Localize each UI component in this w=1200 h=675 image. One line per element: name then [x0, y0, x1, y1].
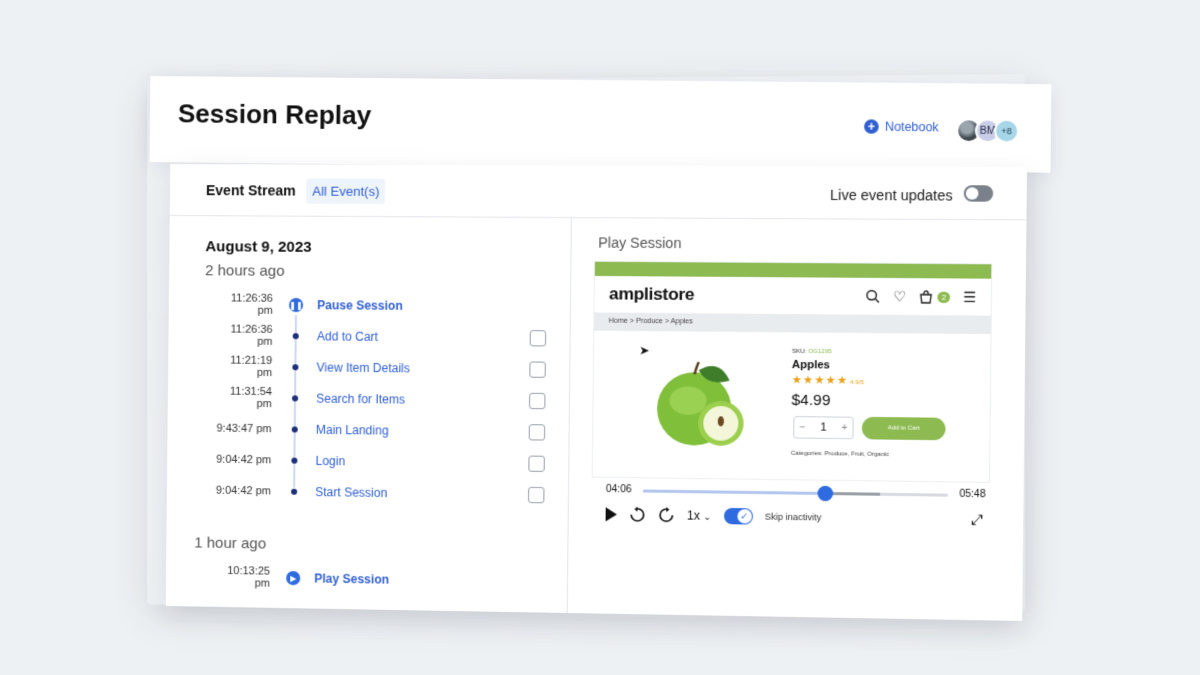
player-label: Play Session [598, 234, 682, 252]
cart-icon [919, 289, 934, 303]
timeline-dot-icon [291, 457, 298, 464]
event-name[interactable]: Login [315, 454, 345, 468]
store-navbar: amplistore ♡ 2 ☰ [594, 276, 991, 316]
event-name[interactable]: Start Session [315, 485, 387, 500]
event-row[interactable]: 11:26:36 pm ❚❚ Pause Session [169, 292, 571, 319]
timeline-dot-icon [292, 395, 299, 402]
event-time: 9:04:42 pm [215, 484, 272, 498]
event-row[interactable]: 11:31:54 pm Search for Items [168, 385, 570, 414]
event-checkbox[interactable] [528, 486, 545, 504]
event-stream-header: Event Stream All Event(s) Live event upd… [169, 163, 1028, 221]
event-row[interactable]: 11:21:19 pm View Item Details [168, 354, 570, 382]
notebook-button[interactable]: + Notebook [864, 119, 939, 134]
event-list: August 9, 2023 2 hours ago 11:26:36 pm ❚❚… [165, 215, 572, 614]
event-time: 11:21:19 pm [230, 354, 273, 380]
product-detail: ➤ SKU: OG1295 Apples ★★★★★ 4.9/5 $4.99 − … [593, 331, 991, 483]
page-header: Session Replay + Notebook BM +8 [149, 76, 1052, 173]
quantity-value: 1 [820, 421, 827, 434]
heart-icon: ♡ [892, 287, 907, 305]
add-to-cart-button[interactable]: Add to Cart [861, 416, 946, 441]
event-row[interactable]: 9:04:42 pm Start Session [167, 478, 569, 508]
event-checkbox[interactable] [528, 424, 546, 441]
event-name[interactable]: Play Session [314, 571, 389, 586]
sku-value: OG1295 [808, 348, 832, 356]
store-logo: amplistore [608, 284, 695, 305]
skip-inactivity-toggle[interactable] [723, 507, 753, 525]
event-row[interactable]: 9:43:47 pm Main Landing [167, 416, 569, 445]
fullscreen-icon[interactable]: ⤢ [971, 511, 983, 529]
event-date: August 9, 2023 [205, 238, 312, 256]
star-rating-icon: ★★★★★ 4.9/5 [791, 374, 865, 388]
plus-icon[interactable]: + [841, 422, 847, 433]
mouse-cursor-icon: ➤ [639, 343, 650, 358]
event-checkbox[interactable] [529, 330, 547, 347]
rating-value: 4.9/5 [850, 379, 865, 387]
timeline-dot-icon [292, 364, 299, 371]
cart-count-badge: 2 [937, 291, 951, 303]
event-stream-title: Event Stream [205, 182, 296, 199]
buffered-segment [824, 491, 881, 496]
time-ago-label: 1 hour ago [194, 534, 267, 553]
time-ago-label: 2 hours ago [205, 262, 285, 280]
sku-label: SKU: OG1295 [792, 349, 832, 355]
live-updates-label: Live event updates [829, 186, 953, 204]
event-name[interactable]: Add to Cart [317, 329, 378, 344]
timeline-dot-icon [291, 488, 298, 495]
pause-icon: ❚❚ [288, 297, 304, 313]
product-categories: Categories: Produce, Fruit, Organic [790, 450, 890, 459]
session-player: Play Session amplistore ♡ 2 ☰ Home > Pro… [568, 218, 1027, 621]
event-checkbox[interactable] [528, 455, 545, 472]
event-row[interactable]: 11:26:36 pm Add to Cart [168, 323, 570, 351]
timeline-dot-icon [292, 333, 299, 340]
product-name: Apples [791, 358, 831, 372]
event-time: 11:26:36 pm [230, 323, 273, 348]
event-name[interactable]: Search for Items [316, 392, 405, 407]
play-icon[interactable] [605, 507, 617, 522]
event-row[interactable]: 10:13:25 pm ▶ Play Session [166, 564, 568, 595]
event-stream-panel: Event Stream All Event(s) Live event upd… [165, 163, 1028, 621]
notebook-label: Notebook [884, 119, 939, 135]
event-row[interactable]: 9:04:42 pm Login [167, 447, 569, 476]
scrubber-handle[interactable] [817, 485, 833, 502]
plus-icon: + [864, 119, 879, 134]
event-time: 9:04:42 pm [216, 453, 272, 467]
quantity-stepper[interactable]: − 1 + [793, 416, 854, 440]
event-time: 9:43:47 pm [216, 422, 272, 436]
event-checkbox[interactable] [529, 361, 546, 378]
menu-icon: ☰ [963, 288, 977, 305]
speed-value: 1x [686, 508, 701, 523]
timeline-dot-icon [291, 426, 298, 433]
play-icon: ▶ [286, 570, 301, 586]
page-title: Session Replay [177, 98, 372, 131]
store-nav-icons: ♡ 2 ☰ [866, 287, 977, 306]
chevron-down-icon: ⌄ [703, 511, 712, 522]
replay-viewport: amplistore ♡ 2 ☰ Home > Produce > Apples… [591, 260, 993, 483]
skip-inactivity-label: Skip inactivity [764, 511, 822, 523]
current-time: 04:06 [605, 483, 632, 496]
playback-controls: 1x ⌄ Skip inactivity [605, 506, 822, 525]
more-avatars-badge[interactable]: +8 [993, 118, 1020, 144]
rewind-icon[interactable] [629, 507, 646, 523]
event-name[interactable]: Main Landing [316, 423, 389, 438]
event-checkbox[interactable] [528, 392, 546, 410]
event-name[interactable]: View Item Details [316, 360, 410, 375]
progress-bar[interactable] [642, 485, 948, 502]
product-price: $4.99 [791, 391, 831, 410]
sku-prefix: SKU: [791, 348, 807, 355]
end-time: 05:48 [959, 488, 986, 501]
player-controls: 04:06 05:48 1x ⌄ Skip inactivity ⤢ [591, 482, 990, 549]
minus-icon[interactable]: − [799, 422, 805, 433]
apple-image [656, 351, 744, 447]
playback-speed-dropdown[interactable]: 1x ⌄ [687, 508, 711, 523]
event-time: 11:31:54 pm [229, 385, 273, 411]
live-updates-toggle[interactable] [963, 185, 994, 202]
event-name[interactable]: Pause Session [317, 298, 403, 313]
collaborator-avatars[interactable]: BM +8 [956, 118, 1020, 144]
forward-icon[interactable] [658, 507, 675, 523]
event-time: 10:13:25 pm [227, 564, 271, 590]
event-time: 11:26:36 pm [230, 292, 274, 317]
event-filter-dropdown[interactable]: All Event(s) [306, 178, 386, 205]
progress-fill [642, 489, 825, 496]
search-icon [866, 289, 881, 303]
